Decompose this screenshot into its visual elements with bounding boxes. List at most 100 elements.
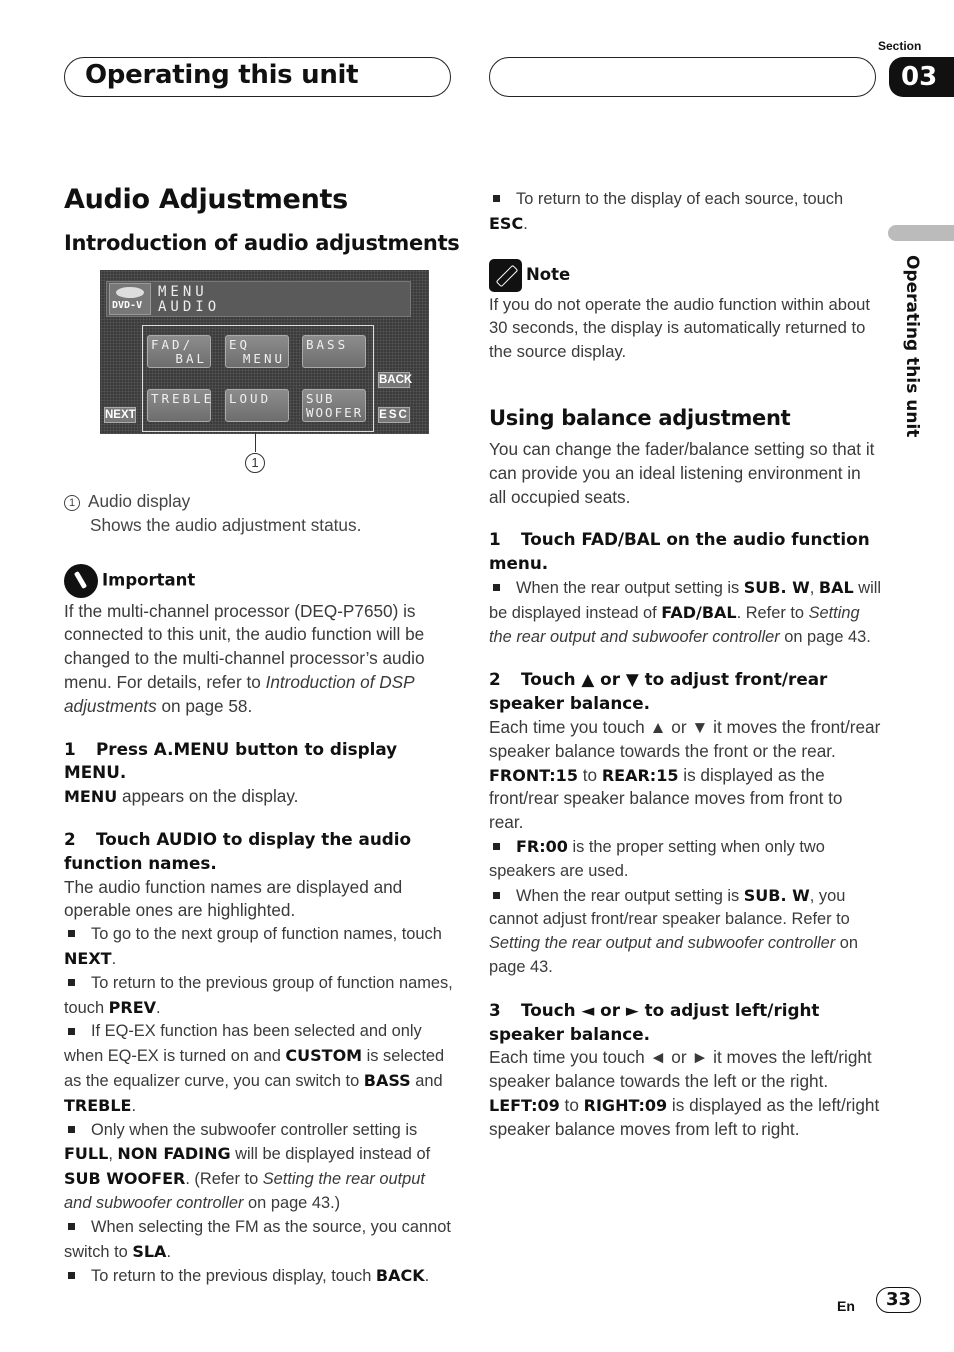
note-text: If you do not operate the audio function… [489,294,871,362]
step-3-range: LEFT:09 to RIGHT:09 is displayed as the … [489,1094,881,1142]
callout-number: 1 [245,453,265,473]
page-title: Audio Adjustments [64,184,348,215]
bullet-item: To return to the previous display, touch… [64,1264,454,1289]
button-label-line2: MENU [242,351,285,366]
loud-button[interactable]: LOUD [225,389,289,422]
bold-term: FAD/BAL [661,602,737,622]
bullet-icon [68,930,75,938]
next-button[interactable]: NEXT [104,407,136,423]
step-number: 3 [489,999,501,1020]
legend-number: 1 [64,495,80,511]
callout-leader-line [255,432,256,452]
important-title: Important [102,570,196,590]
balance-step-3-heading: 3 Touch ◄ or ► to adjust left/right speak… [489,999,881,1047]
button-label-line1: SUB [306,391,335,406]
dvd-source-label: DVD-V [112,300,143,311]
bullet-icon [68,1272,75,1280]
side-tab-marker [888,225,954,241]
eq-menu-button[interactable]: EQ MENU [225,335,289,368]
bold-term: MENU [64,787,118,807]
bullet-text: . Refer to [736,603,809,622]
balance-step-2-heading: 2 Touch ▲ or ▼ to adjust front/rear speak… [489,668,881,716]
step-number: 1 [489,529,501,550]
step-number: 2 [489,669,501,690]
bullet-text: . [424,1267,430,1286]
step-title: Press A.MENU button to display MENU. [64,738,398,783]
step-1-text: MENU appears on the display. [64,785,454,809]
bold-term: RIGHT:09 [583,1095,668,1115]
bullet-item: FR:00 is the proper setting when only tw… [489,835,881,884]
step-2-text: Each time you touch ▲ or ▼ it moves the … [489,716,881,761]
legend-entry: 1 Audio display [64,490,454,514]
side-tab-text: Operating this unit [902,255,922,438]
step-2-heading: 2 Touch AUDIO to display the audio functi… [64,828,454,876]
bold-term: ESC [489,213,524,233]
bullet-icon [68,1125,75,1133]
page-number: 33 [876,1287,921,1313]
disc-icon [116,287,144,298]
bullet-icon [68,1222,75,1230]
button-label-line2: WOOFER [306,405,364,420]
bullet-text: , [809,578,819,597]
chapter-title: Operating this unit [85,60,359,90]
step-number: 2 [64,828,76,849]
bold-term: REAR:15 [601,765,679,785]
button-label-line1: TREBLE [151,391,215,406]
screen-header-bar [106,281,411,317]
bold-term: CUSTOM [285,1046,363,1066]
bullet-text: . [166,1242,171,1261]
bullet-icon [493,843,500,851]
bullet-text: and [410,1071,443,1090]
step-2-range: FRONT:15 to REAR:15 is displayed as the … [489,764,881,835]
bold-term: NEXT [64,948,112,968]
bullet-item: Only when the subwoofer controller setti… [64,1119,454,1216]
bold-term: FR:00 [516,836,568,856]
esc-button[interactable]: ESC [378,407,410,423]
treble-button[interactable]: TREBLE [147,389,211,422]
bullet-text: . [111,949,117,968]
bullet-text: . [156,998,161,1017]
bullet-item: To return to the display of each source,… [489,188,879,237]
bullet-text: will be displayed instead of [230,1145,431,1164]
important-text-part: on page 58. [156,695,253,716]
step-2-text: The audio function names are displayed a… [64,876,403,921]
bold-term: SLA [132,1241,167,1261]
bold-term: BACK [375,1266,425,1286]
button-label-line1: LOUD [229,391,272,406]
bullet-text: To return to the previous display, touch [91,1267,376,1286]
bullet-text: . [131,1096,137,1115]
button-label-line1: EQ [229,337,251,352]
step-number: 1 [64,738,76,759]
bullet-text: When the rear output setting is [516,886,744,905]
bold-term: SUB. W [743,885,810,905]
button-label-line1: FAD/ [151,337,194,352]
bullet-icon [68,978,75,986]
bass-button[interactable]: BASS [302,335,366,368]
bold-term: FRONT:15 [489,765,578,785]
balance-heading: Using balance adjustment [489,406,791,430]
pushpin-icon [64,563,98,598]
note-heading: Note [489,258,879,292]
bullet-text: Only when the subwoofer controller setti… [91,1120,418,1139]
bold-term: BAL [818,577,854,597]
back-button[interactable]: BACK [378,372,412,388]
bullet-text: To go to the next group of function name… [91,925,442,944]
bullet-item: To go to the next group of function name… [64,923,454,972]
sub-woofer-button[interactable]: SUB WOOFER [302,389,366,422]
section-number-badge: 03 [889,57,954,97]
bullet-text: . [523,214,528,233]
right-column: To return to the display of each source,… [489,188,879,364]
dvd-source-icon[interactable]: DVD-V [109,283,151,315]
step-title: Touch FAD/BAL on the audio function menu… [489,529,870,574]
important-text: If the multi-channel processor (DEQ-P765… [64,600,454,719]
bold-term: FULL [64,1144,109,1164]
language-label: En [837,1298,855,1314]
section-label: Section [878,39,922,53]
button-label-line1: BASS [306,337,349,352]
bold-term: PREV [108,997,157,1017]
bullet-item: To return to the previous group of funct… [64,972,454,1021]
fad-bal-button[interactable]: FAD/BAL [147,335,211,368]
bullet-item: If EQ-EX function has been selected and … [64,1020,454,1118]
bullet-text: on page 43. [779,627,871,646]
header-blank-frame [489,57,876,97]
